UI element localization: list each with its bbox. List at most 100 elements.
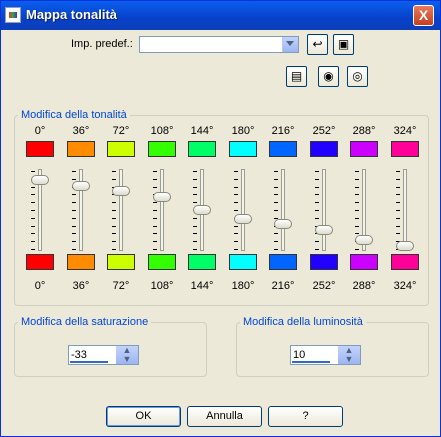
- hue-slider-thumb[interactable]: [234, 214, 252, 224]
- slider-tick: [315, 217, 319, 219]
- slider-tick: [153, 186, 157, 188]
- hue-slider-thumb[interactable]: [193, 205, 211, 215]
- window-title: Mappa tonalità: [26, 7, 118, 22]
- hue-degree-bottom: 36°: [72, 280, 90, 292]
- slider-tick: [274, 186, 278, 188]
- help-button[interactable]: ?: [268, 406, 343, 427]
- hue-slider-thumb[interactable]: [31, 175, 49, 185]
- hue-swatch-target: [269, 254, 297, 270]
- slider-tick: [355, 249, 359, 250]
- hue-degree-top: 288°: [352, 125, 376, 137]
- hue-slider-thumb[interactable]: [396, 241, 414, 251]
- slider-tick: [153, 178, 157, 180]
- hue-swatch-target: [67, 254, 95, 270]
- hue-slider-track[interactable]: [241, 169, 245, 251]
- slider-tick: [72, 202, 76, 204]
- reset-button[interactable]: ↩: [307, 34, 328, 55]
- hue-swatch-target: [148, 254, 176, 270]
- slider-tick: [72, 210, 76, 211]
- close-button[interactable]: X: [413, 5, 434, 26]
- luminosity-value: 10: [293, 349, 306, 361]
- slider-tick: [355, 171, 359, 172]
- slider-tick: [112, 249, 116, 250]
- slider-tick: [31, 233, 35, 235]
- randomize-button[interactable]: ▤: [286, 66, 307, 87]
- slider-tick: [193, 233, 197, 235]
- slider-tick: [31, 194, 35, 196]
- slider-tick: [31, 202, 35, 204]
- hue-degree-top: 0°: [34, 125, 46, 137]
- spin-down-icon[interactable]: ▼: [345, 354, 354, 364]
- slider-tick: [355, 202, 359, 204]
- hue-group-title: Modifica della tonalità: [18, 109, 130, 121]
- hue-swatch-target: [26, 254, 54, 270]
- slider-tick: [396, 178, 400, 180]
- slider-tick: [193, 171, 197, 172]
- hue-degree-top: 216°: [271, 125, 295, 137]
- hue-slider-thumb[interactable]: [72, 181, 90, 191]
- hue-degree-bottom: 108°: [150, 280, 174, 292]
- slider-tick: [355, 178, 359, 180]
- slider-tick: [234, 249, 238, 250]
- slider-tick: [355, 225, 359, 227]
- slider-tick: [396, 210, 400, 211]
- hue-slider-track[interactable]: [403, 169, 407, 251]
- hue-slider-track[interactable]: [119, 169, 123, 251]
- slider-tick: [234, 233, 238, 235]
- slider-tick: [31, 217, 35, 219]
- hue-slider-track[interactable]: [322, 169, 326, 251]
- saturation-input[interactable]: -33 ▲ ▼: [68, 345, 139, 365]
- luminosity-input[interactable]: 10 ▲ ▼: [290, 345, 361, 365]
- slider-tick: [315, 194, 319, 196]
- lock-preview-button[interactable]: ◉: [318, 66, 339, 87]
- slider-tick: [193, 241, 197, 243]
- hue-degree-top: 72°: [112, 125, 130, 137]
- slider-tick: [112, 178, 116, 180]
- hue-slider-thumb[interactable]: [112, 186, 130, 196]
- slider-tick: [112, 233, 116, 235]
- hue-swatch-target: [229, 254, 257, 270]
- slider-tick: [234, 178, 238, 180]
- preset-label: Imp. predef.:: [71, 38, 133, 50]
- hue-degree-bottom: 216°: [271, 280, 295, 292]
- preset-dropdown[interactable]: [139, 36, 299, 53]
- slider-tick: [72, 217, 76, 219]
- hue-degree-bottom: 0°: [34, 280, 46, 292]
- slider-tick: [31, 225, 35, 227]
- slider-tick: [112, 171, 116, 172]
- randomize-icon: ▤: [290, 69, 303, 83]
- hue-slider-track[interactable]: [281, 169, 285, 251]
- luminosity-spin-buttons[interactable]: ▲ ▼: [338, 346, 360, 364]
- ok-button[interactable]: OK: [106, 406, 181, 427]
- cancel-button[interactable]: Annulla: [187, 406, 262, 427]
- app-icon: [5, 7, 21, 23]
- hue-slider-thumb[interactable]: [153, 192, 171, 202]
- slider-tick: [315, 249, 319, 250]
- slider-tick: [72, 233, 76, 235]
- spin-down-icon[interactable]: ▼: [123, 354, 132, 364]
- slider-tick: [72, 225, 76, 227]
- hue-slider-track[interactable]: [160, 169, 164, 251]
- save-preset-button[interactable]: ▣: [333, 34, 354, 55]
- slider-tick: [193, 225, 197, 227]
- hue-degree-top: 36°: [72, 125, 90, 137]
- saturation-spin-buttons[interactable]: ▲ ▼: [116, 346, 138, 364]
- hue-slider-thumb[interactable]: [355, 235, 373, 245]
- hue-swatch-source: [148, 141, 176, 157]
- hue-swatch-target: [188, 254, 216, 270]
- slider-tick: [31, 171, 35, 172]
- slider-tick: [112, 217, 116, 219]
- slider-tick: [315, 171, 319, 172]
- slider-tick: [153, 210, 157, 211]
- hue-slider-thumb[interactable]: [274, 219, 292, 229]
- slider-tick: [396, 186, 400, 188]
- slider-tick: [315, 202, 319, 204]
- slider-tick: [112, 210, 116, 211]
- hue-slider-thumb[interactable]: [315, 225, 333, 235]
- hue-swatch-source: [350, 141, 378, 157]
- slider-tick: [396, 225, 400, 227]
- title-bar[interactable]: Mappa tonalità X: [1, 1, 440, 30]
- chevron-down-icon[interactable]: [282, 37, 298, 52]
- hue-degree-bottom: 252°: [312, 280, 336, 292]
- preview-button[interactable]: ◎: [347, 66, 368, 87]
